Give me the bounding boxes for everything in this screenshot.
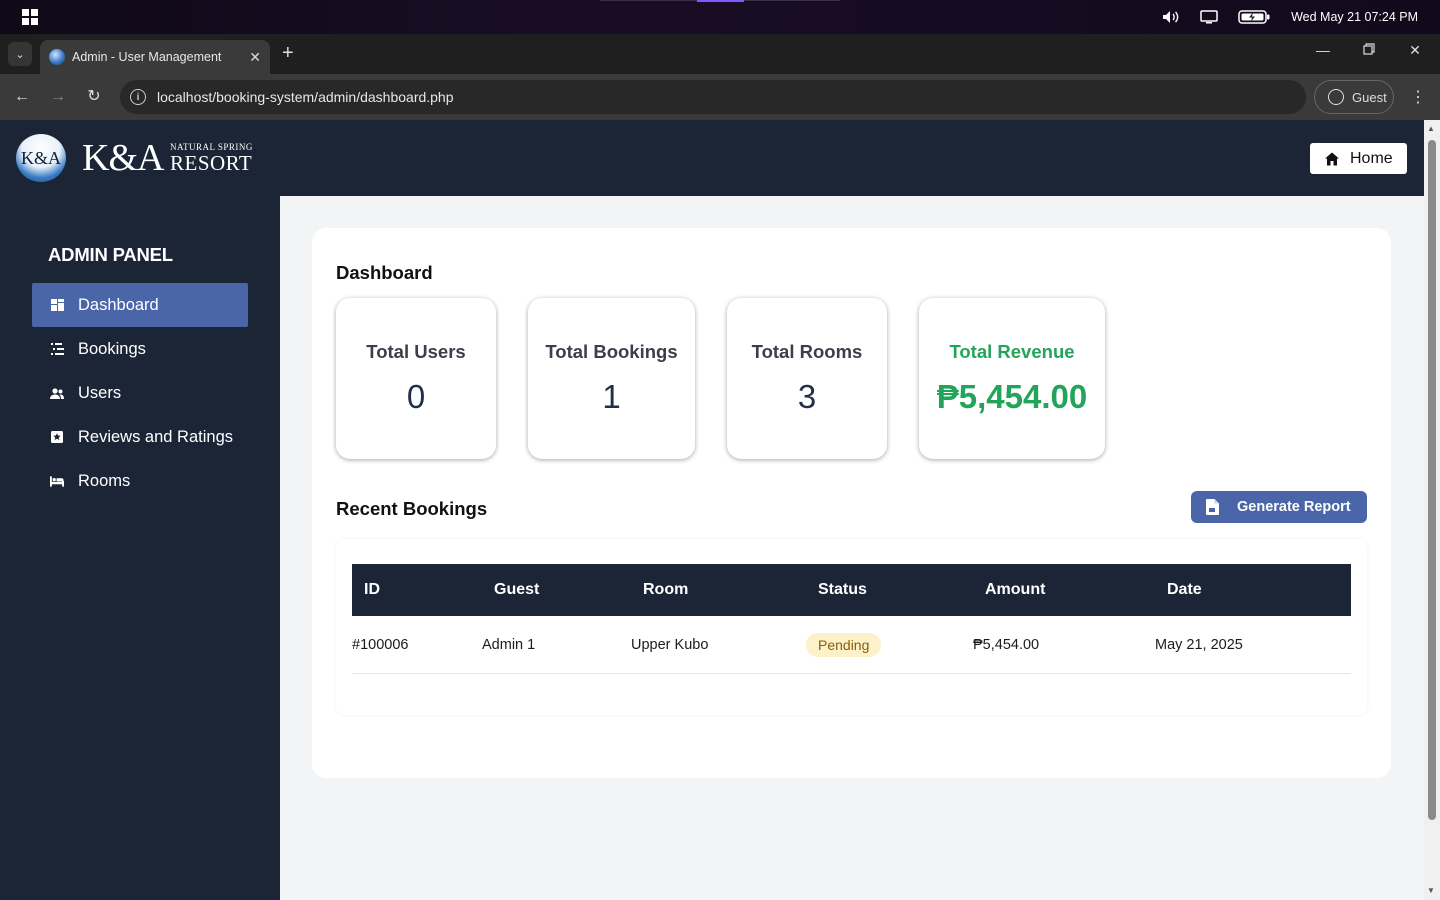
column-header-id[interactable]: ID (364, 564, 380, 616)
sidebar-title: ADMIN PANEL (48, 244, 173, 265)
sidebar-item-label: Dashboard (78, 295, 159, 314)
forward-icon[interactable]: → (48, 87, 68, 107)
sidebar-item-label: Reviews and Ratings (78, 427, 233, 446)
page-scrollbar[interactable]: ▲ ▼ (1424, 120, 1440, 900)
stat-label: Total Bookings (545, 341, 678, 362)
windows-logo-icon[interactable] (22, 9, 38, 25)
battery-icon[interactable] (1237, 9, 1271, 25)
logo-badge[interactable]: K&A (16, 134, 66, 182)
close-window-button[interactable]: ✕ (1403, 42, 1427, 59)
stat-label: Total Rooms (751, 341, 863, 362)
tab-search-button[interactable]: ⌄ (8, 42, 32, 66)
scroll-down-arrow[interactable]: ▼ (1427, 886, 1435, 895)
cell-guest: Admin 1 (482, 636, 536, 653)
recent-bookings-title: Recent Bookings (336, 498, 488, 519)
stat-card-rooms: Total Rooms 3 (727, 298, 887, 459)
stat-label: Total Users (366, 341, 466, 362)
favicon-icon (49, 49, 65, 65)
stat-card-bookings: Total Bookings 1 (528, 298, 695, 459)
reload-icon[interactable]: ↻ (84, 87, 104, 107)
logo-resort: RESORT (170, 151, 253, 175)
sidebar-item-reviews[interactable]: Reviews and Ratings (32, 415, 248, 459)
home-button[interactable]: Home (1310, 143, 1407, 174)
system-tray: Wed May 21 07:24 PM (1161, 0, 1440, 34)
column-header-status[interactable]: Status (818, 564, 867, 616)
browser-toolbar: ← → ↻ i localhost/booking-system/admin/d… (0, 74, 1440, 120)
url-text[interactable]: localhost/booking-system/admin/dashboard… (157, 89, 454, 105)
sidebar-item-rooms[interactable]: Rooms (32, 459, 248, 503)
sidebar-item-dashboard[interactable]: Dashboard (32, 283, 248, 327)
column-header-room[interactable]: Room (643, 564, 688, 616)
sidebar-item-label: Rooms (78, 471, 131, 490)
cell-amount: ₱5,454.00 (973, 636, 1040, 653)
cell-status: Pending (806, 616, 882, 673)
profile-label: Guest (1352, 89, 1387, 105)
tab-title: Admin - User Management (72, 50, 222, 64)
logo-ka: K&A (82, 137, 164, 179)
home-label: Home (1350, 149, 1393, 167)
stat-value: 1 (602, 378, 621, 415)
users-icon (50, 386, 64, 400)
status-badge: Pending (806, 632, 882, 657)
report-label: Generate Report (1237, 499, 1351, 515)
stat-card-revenue: Total Revenue ₱5,454.00 (919, 298, 1105, 459)
browser-tab-active[interactable]: Admin - User Management ✕ (40, 40, 270, 74)
cell-id: #100006 (352, 636, 409, 653)
tab-close-icon[interactable]: ✕ (249, 49, 261, 66)
home-icon (1325, 152, 1339, 165)
volume-icon[interactable] (1161, 9, 1181, 25)
browser-menu-icon[interactable]: ⋮ (1410, 87, 1426, 107)
back-icon[interactable]: ← (12, 87, 32, 107)
profile-icon (1328, 89, 1344, 105)
address-bar[interactable]: i localhost/booking-system/admin/dashboa… (120, 80, 1306, 114)
sidebar-item-label: Bookings (78, 339, 146, 358)
bookings-table: ID Guest Room Status Amount Date #100006… (336, 539, 1367, 715)
display-icon[interactable] (1199, 9, 1219, 25)
stat-label: Total Revenue (949, 341, 1075, 362)
dashboard-card: Dashboard Total Users 0 Total Bookings 1… (312, 228, 1391, 778)
bed-icon (50, 474, 64, 488)
profile-button[interactable]: Guest (1314, 80, 1394, 114)
table-header: ID Guest Room Status Amount Date (352, 564, 1351, 616)
site-header: K&A K&A NATURAL SPRING RESORT Home (0, 120, 1424, 196)
os-taskbar: Wed May 21 07:24 PM (0, 0, 1440, 34)
sidebar-item-users[interactable]: Users (32, 371, 248, 415)
column-header-date[interactable]: Date (1167, 564, 1202, 616)
stat-value: 3 (797, 378, 817, 415)
column-header-guest[interactable]: Guest (494, 564, 539, 616)
cell-date: May 21, 2025 (1155, 636, 1243, 653)
browser-tabbar: ⌄ Admin - User Management ✕ + — ✕ (0, 34, 1440, 74)
star-box-icon (50, 430, 64, 444)
scroll-up-arrow[interactable]: ▲ (1427, 124, 1435, 133)
sidebar-item-bookings[interactable]: Bookings (32, 327, 248, 371)
stat-value: 0 (406, 378, 426, 415)
stat-value: ₱5,454.00 (936, 378, 1088, 415)
column-header-amount[interactable]: Amount (985, 564, 1045, 616)
new-tab-button[interactable]: + (282, 43, 294, 63)
bookings-icon (50, 342, 64, 356)
taskbar-active-indicator (697, 0, 744, 2)
system-clock: Wed May 21 07:24 PM (1291, 10, 1418, 24)
scroll-thumb[interactable] (1428, 140, 1436, 820)
sidebar-item-label: Users (78, 383, 122, 402)
site-info-icon[interactable]: i (130, 89, 146, 105)
dashboard-icon (50, 298, 64, 312)
file-report-icon (1206, 499, 1219, 515)
cell-room: Upper Kubo (631, 636, 709, 653)
admin-sidebar: ADMIN PANEL Dashboard Bookings Users Rev… (0, 196, 280, 900)
minimize-button[interactable]: — (1311, 42, 1335, 58)
page-title: Dashboard (336, 262, 433, 283)
page-viewport: K&A K&A NATURAL SPRING RESORT Home ADMIN… (0, 120, 1424, 900)
generate-report-button[interactable]: Generate Report (1191, 491, 1367, 523)
table-row[interactable]: #100006 Admin 1 Upper Kubo Pending ₱5,45… (352, 616, 1351, 674)
restore-button[interactable] (1357, 42, 1381, 58)
stat-card-users: Total Users 0 (336, 298, 496, 459)
